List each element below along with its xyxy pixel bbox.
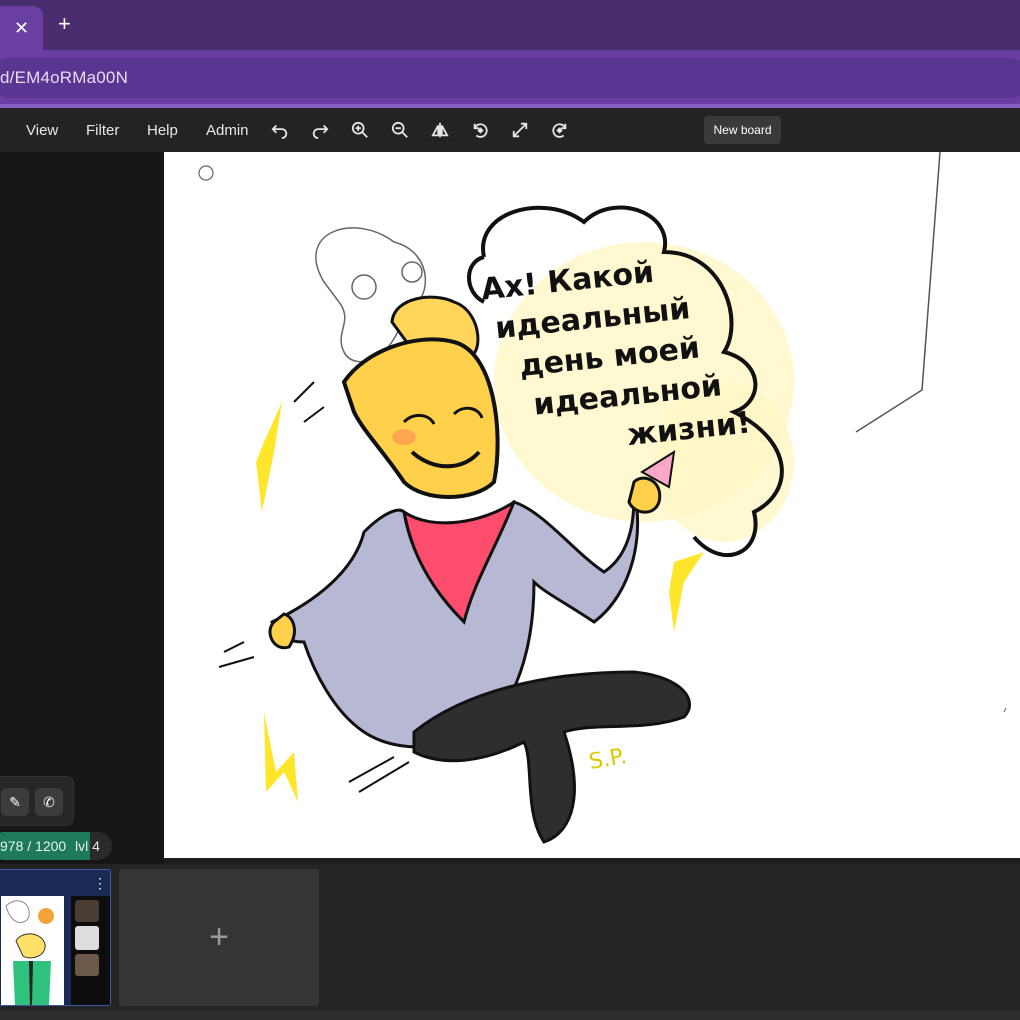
- left-panel: [0, 152, 164, 864]
- menu-filter[interactable]: Filter: [86, 122, 119, 139]
- board-thumbnail[interactable]: ⋮: [0, 869, 111, 1006]
- menu-admin[interactable]: Admin: [206, 122, 249, 139]
- app-toolbar: View Filter Help Admin: [0, 108, 1020, 152]
- speech-text: Ах! Какой идеальный день моей идеальной …: [479, 244, 752, 469]
- address-bar: d/EM4oRMa00N: [0, 50, 1020, 104]
- browser-tab[interactable]: ✕: [0, 6, 43, 50]
- zoom-out-icon[interactable]: [388, 118, 412, 142]
- mute-call-icon[interactable]: ✎: [1, 788, 29, 816]
- flip-icon[interactable]: [428, 118, 452, 142]
- undo-icon[interactable]: [268, 118, 292, 142]
- thumbnail-image: [1, 896, 64, 1005]
- fullscreen-icon[interactable]: [508, 118, 532, 142]
- browser-tab-bar: ✕ +: [0, 0, 1020, 50]
- menu-view[interactable]: View: [26, 122, 58, 139]
- level-text: lvl 4: [75, 838, 100, 854]
- more-options-icon[interactable]: ⋮: [93, 876, 107, 890]
- horizontal-scrollbar[interactable]: [0, 1010, 1020, 1020]
- progress-bar: 978 / 1200 lvl 4: [0, 832, 112, 860]
- new-tab-button[interactable]: +: [58, 12, 71, 36]
- add-board-button[interactable]: +: [119, 869, 319, 1006]
- progress-text: 978 / 1200: [0, 838, 67, 854]
- new-board-button[interactable]: New board: [704, 116, 781, 144]
- rotate-right-icon[interactable]: [548, 118, 572, 142]
- redo-icon[interactable]: [308, 118, 332, 142]
- address-field[interactable]: d/EM4oRMa00N: [0, 58, 1020, 98]
- call-controls: ✎ ✆: [0, 776, 74, 826]
- zoom-in-icon[interactable]: [348, 118, 372, 142]
- rotate-left-icon[interactable]: [468, 118, 492, 142]
- drawing-canvas[interactable]: Ах! Какой идеальный день моей идеальной …: [164, 152, 1020, 858]
- menu-help[interactable]: Help: [147, 122, 178, 139]
- close-icon[interactable]: ✕: [14, 18, 29, 38]
- thumbnail-side: [71, 896, 110, 1005]
- phone-icon[interactable]: ✆: [35, 788, 63, 816]
- address-text: d/EM4oRMa00N: [0, 68, 129, 87]
